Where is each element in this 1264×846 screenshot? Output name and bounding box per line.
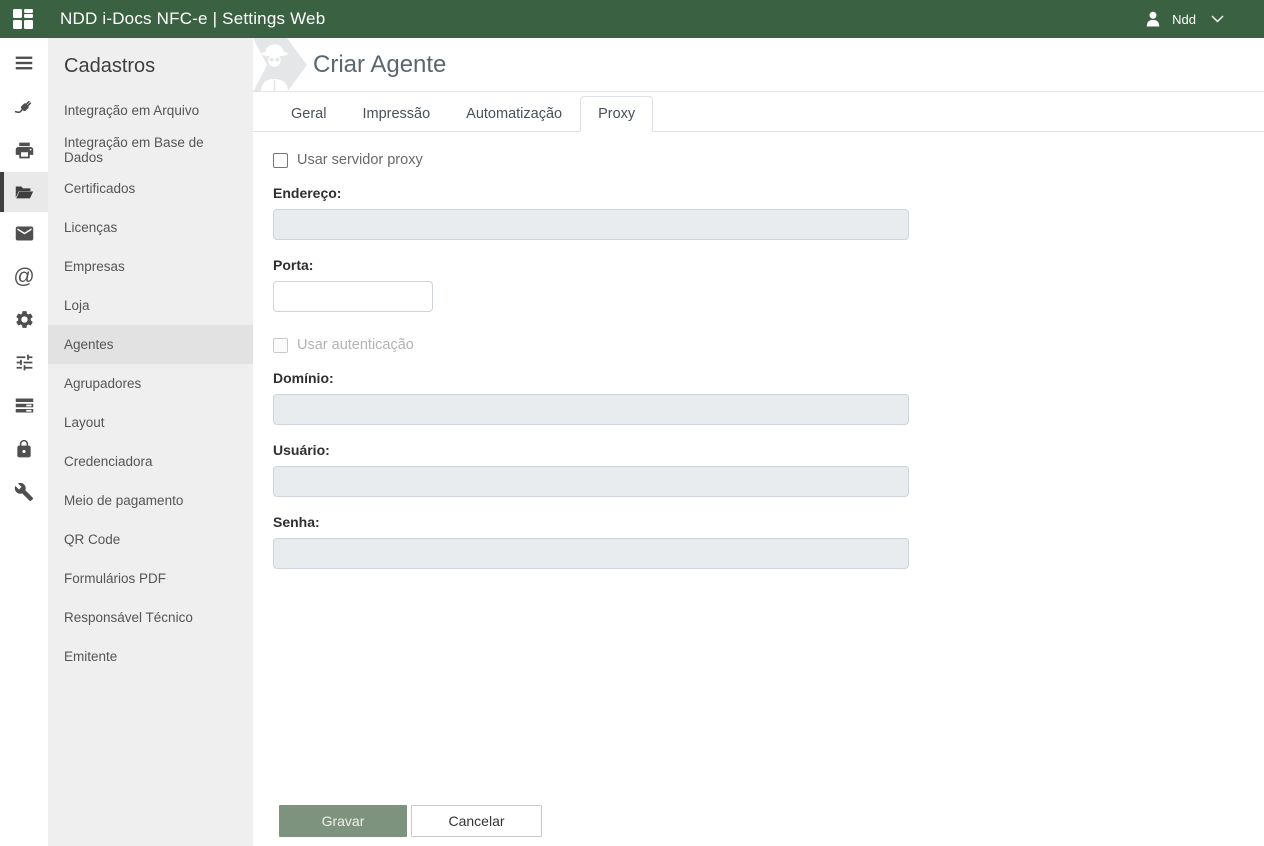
ndd-logo-icon: [12, 7, 38, 31]
endereco-group: Endereço:: [273, 185, 1264, 240]
icon-rail: @: [0, 38, 48, 846]
form-actions: Gravar Cancelar: [273, 805, 1264, 846]
dominio-group: Domínio:: [273, 370, 1264, 425]
top-bar: NDD i-Docs NFC-e | Settings Web Ndd: [0, 0, 1264, 38]
lock-icon[interactable]: [0, 427, 48, 470]
tab-automatizacao[interactable]: Automatização: [448, 96, 580, 132]
printer-icon[interactable]: [0, 129, 48, 172]
agent-spy-icon: [253, 38, 313, 92]
sidebar-item-agrupadores[interactable]: Agrupadores: [48, 364, 253, 403]
user-menu[interactable]: Ndd: [1143, 9, 1224, 29]
sidebar-title: Cadastros: [48, 38, 253, 91]
sidebar-item-credenciadora[interactable]: Credenciadora: [48, 442, 253, 481]
sidebar-item-layout[interactable]: Layout: [48, 403, 253, 442]
sidebar-item-loja[interactable]: Loja: [48, 286, 253, 325]
use-auth-label: Usar autenticação: [297, 337, 414, 353]
usuario-label: Usuário:: [273, 442, 1264, 458]
folder-open-icon[interactable]: [0, 172, 48, 212]
sidebar-item-emitente[interactable]: Emitente: [48, 637, 253, 676]
save-button[interactable]: Gravar: [279, 805, 407, 837]
plug-icon[interactable]: [0, 86, 48, 129]
hamburger-menu-icon[interactable]: [0, 40, 48, 86]
at-sign-icon[interactable]: @: [0, 255, 48, 298]
sidebar-item-integracao-base-dados[interactable]: Integração em Base de Dados: [48, 130, 253, 169]
sidebar-item-responsavel-tecnico[interactable]: Responsável Técnico: [48, 598, 253, 637]
use-auth-row: Usar autenticação: [273, 337, 1264, 353]
dominio-label: Domínio:: [273, 370, 1264, 386]
gear-icon[interactable]: [0, 298, 48, 341]
tab-geral[interactable]: Geral: [273, 96, 344, 132]
tab-bar: Geral Impressão Automatização Proxy: [253, 96, 1264, 132]
envelope-icon[interactable]: [0, 212, 48, 255]
sidebar-item-empresas[interactable]: Empresas: [48, 247, 253, 286]
endereco-input[interactable]: [273, 209, 909, 240]
usuario-input[interactable]: [273, 466, 909, 497]
tab-proxy[interactable]: Proxy: [580, 96, 653, 132]
chevron-down-icon: [1211, 15, 1224, 23]
dominio-input[interactable]: [273, 394, 909, 425]
proxy-tab-panel: Usar servidor proxy Endereço: Porta: Usa…: [253, 132, 1264, 846]
use-proxy-checkbox[interactable]: [273, 153, 288, 168]
use-auth-checkbox[interactable]: [273, 338, 288, 353]
main-content: Criar Agente Geral Impressão Automatizaç…: [253, 38, 1264, 846]
sliders-icon[interactable]: [0, 341, 48, 384]
sidebar-item-certificados[interactable]: Certificados: [48, 169, 253, 208]
tab-impressao[interactable]: Impressão: [344, 96, 448, 132]
sidebar-item-integracao-arquivo[interactable]: Integração em Arquivo: [48, 91, 253, 130]
page-header: Criar Agente: [253, 38, 1264, 92]
porta-group: Porta:: [273, 257, 1264, 312]
porta-label: Porta:: [273, 257, 1264, 273]
user-name: Ndd: [1172, 12, 1196, 27]
senha-input[interactable]: [273, 538, 909, 569]
senha-group: Senha:: [273, 514, 1264, 569]
senha-label: Senha:: [273, 514, 1264, 530]
porta-input[interactable]: [273, 281, 433, 312]
use-proxy-label[interactable]: Usar servidor proxy: [297, 152, 423, 168]
sidebar-item-agentes[interactable]: Agentes: [48, 325, 253, 364]
user-avatar-icon: [1143, 9, 1163, 29]
sidebar-item-formularios-pdf[interactable]: Formulários PDF: [48, 559, 253, 598]
wrench-icon[interactable]: [0, 470, 48, 513]
page-title: Criar Agente: [313, 51, 446, 79]
app-window: NDD i-Docs NFC-e | Settings Web Ndd: [0, 0, 1264, 846]
usuario-group: Usuário:: [273, 442, 1264, 497]
cancel-button[interactable]: Cancelar: [411, 805, 542, 837]
sidebar-panel: Cadastros Integração em Arquivo Integraç…: [48, 38, 253, 846]
use-proxy-row: Usar servidor proxy: [273, 152, 1264, 168]
sidebar-item-qr-code[interactable]: QR Code: [48, 520, 253, 559]
app-title: NDD i-Docs NFC-e | Settings Web: [60, 9, 325, 29]
server-stack-icon[interactable]: [0, 384, 48, 427]
sidebar-item-meio-pagamento[interactable]: Meio de pagamento: [48, 481, 253, 520]
sidebar-item-licencas[interactable]: Licenças: [48, 208, 253, 247]
endereco-label: Endereço:: [273, 185, 1264, 201]
